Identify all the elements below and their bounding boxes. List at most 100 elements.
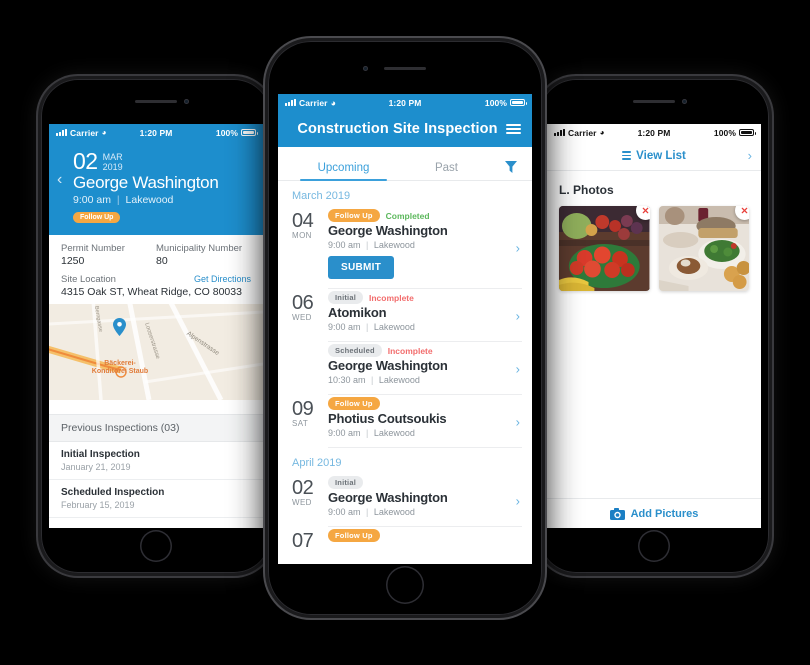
event-time: 9:00 am — [328, 240, 361, 250]
signal-bars-icon — [285, 99, 296, 106]
map-poi-label: Bäckerei- Konditorei Staub — [91, 360, 149, 375]
event-name: Photius Coutsoukis — [328, 411, 447, 426]
home-button[interactable] — [386, 566, 424, 604]
photo-grid — [547, 206, 761, 291]
delete-x-icon — [739, 206, 749, 216]
list-item[interactable]: 04 MON Follow Up Completed George Washin… — [278, 207, 532, 289]
status-badge: Follow Up — [328, 209, 380, 222]
previous-inspection-date: February 15, 2019 — [61, 500, 135, 510]
inspection-hero-header: ‹ 02 MAR 2019 George Washington 9:00 am … — [49, 141, 263, 235]
delete-x-icon — [640, 206, 650, 216]
location-map[interactable]: Bäckerei- Konditorei Staub Looserstrasse… — [49, 304, 263, 400]
site-location-label: Site Location — [61, 274, 116, 285]
completion-state: Completed — [385, 210, 430, 221]
photo-thumbnail[interactable] — [658, 206, 749, 291]
event-dow: WED — [292, 498, 312, 507]
battery-percent: 100% — [713, 127, 737, 138]
chevron-right-icon[interactable]: › — [748, 148, 752, 163]
add-pictures-button[interactable]: Add Pictures — [547, 498, 761, 528]
previous-inspection-item[interactable]: Scheduled Inspection February 15, 2019 — [49, 480, 263, 518]
chevron-right-icon[interactable]: › — [516, 308, 520, 323]
left-phone-frame: Carrier ◕ 1:20 PM 100% ‹ 02 MAR 2019 Geo… — [38, 76, 274, 576]
event-dow: SAT — [292, 419, 309, 428]
list-item[interactable]: 02 WED Initial George Washington 9:00 am… — [278, 474, 532, 527]
municipality-number-field: Municipality Number 80 — [156, 243, 251, 267]
home-button[interactable] — [140, 530, 172, 562]
front-camera-icon — [184, 99, 189, 104]
back-chevron-icon[interactable]: ‹ — [57, 171, 62, 189]
hero-year: 2019 — [102, 162, 123, 172]
event-date: 04 MON — [292, 209, 328, 289]
list-item[interactable]: 06 WED Initial Incomplete Atomikon 9:00 … — [278, 289, 532, 342]
status-badge: Initial — [328, 291, 363, 304]
speaker-grille — [384, 67, 426, 70]
tab-upcoming[interactable]: Upcoming — [292, 162, 395, 181]
municipality-number-value: 80 — [156, 255, 168, 267]
status-time: 1:20 PM — [139, 127, 173, 138]
month-heading: April 2019 — [292, 457, 342, 469]
chevron-right-icon[interactable]: › — [516, 241, 520, 256]
event-day: 04 — [292, 210, 314, 232]
event-time: 10:30 am — [328, 375, 366, 385]
previous-inspection-title: Scheduled Inspection — [61, 487, 165, 498]
event-body: Follow Up — [328, 529, 522, 552]
hero-day: 02 — [73, 148, 98, 174]
app-title: Construction Site Inspection — [297, 121, 498, 137]
speaker-grille — [633, 100, 675, 103]
battery-icon — [510, 98, 528, 107]
event-body: Follow Up Photius Coutsoukis 9:00 am | L… — [328, 397, 522, 448]
view-list-navbar[interactable]: View List › — [547, 141, 761, 171]
permit-number-label: Permit Number — [61, 243, 125, 254]
hero-status-badge: Follow Up — [73, 212, 121, 223]
center-phone-screen: Carrier ◕ 1:20 PM 100% Construction Site… — [278, 94, 532, 564]
event-name: Atomikon — [328, 305, 387, 320]
event-dow: WED — [292, 313, 312, 322]
event-body: Initial Incomplete Atomikon 9:00 am | La… — [328, 291, 522, 342]
app-navbar: Construction Site Inspection — [278, 111, 532, 147]
event-date: 07 — [292, 529, 328, 552]
hero-inspector-name: George Washington — [73, 173, 219, 192]
left-phone-screen: Carrier ◕ 1:20 PM 100% ‹ 02 MAR 2019 Geo… — [49, 124, 263, 528]
completion-state: Incomplete — [387, 345, 433, 356]
list-item-clipped[interactable]: 07 Follow Up — [278, 527, 532, 552]
hero-meta: 9:00 am | Lakewood — [73, 194, 251, 206]
hero-month: MAR — [102, 152, 123, 162]
event-location: Lakewood — [373, 240, 415, 250]
photo-thumbnail[interactable] — [559, 206, 650, 291]
event-date: 02 WED — [292, 476, 328, 527]
chevron-right-icon[interactable]: › — [516, 361, 520, 376]
event-time: 9:00 am — [328, 507, 361, 517]
event-day: 02 — [292, 477, 314, 499]
add-pictures-label: Add Pictures — [630, 507, 699, 520]
submit-button[interactable]: SUBMIT — [328, 256, 395, 279]
battery-icon — [739, 128, 757, 137]
hamburger-menu-icon[interactable] — [506, 123, 521, 135]
photos-section-title: L. Photos — [559, 183, 614, 197]
chevron-right-icon[interactable]: › — [516, 414, 520, 429]
previous-inspection-date: January 21, 2019 — [61, 462, 131, 472]
tab-past[interactable]: Past — [395, 162, 498, 180]
funnel-filter-icon[interactable] — [498, 161, 524, 180]
event-date: 06 WED — [292, 291, 328, 342]
battery-percent: 100% — [484, 97, 508, 108]
previous-inspection-item[interactable]: Initial Inspection January 21, 2019 — [49, 442, 263, 480]
status-badge: Scheduled — [328, 344, 382, 357]
front-camera-icon — [682, 99, 687, 104]
event-location: Lakewood — [373, 507, 415, 517]
event-time: 9:00 am — [328, 322, 361, 332]
front-camera-icon — [363, 66, 368, 71]
month-heading: March 2019 — [292, 190, 351, 202]
right-phone-frame: Carrier ◕ 1:20 PM 100% View List › L. Ph… — [536, 76, 772, 576]
home-button[interactable] — [638, 530, 670, 562]
event-day: 07 — [292, 530, 314, 552]
status-badge: Follow Up — [328, 397, 380, 410]
wifi-icon: ◕ — [101, 128, 107, 137]
status-bar: Carrier ◕ 1:20 PM 100% — [49, 124, 263, 141]
inspection-list[interactable]: March 2019 04 MON Follow Up Completed Ge… — [278, 181, 532, 564]
get-directions-link[interactable]: Get Directions — [194, 274, 251, 284]
camera-icon — [609, 507, 625, 520]
list-item[interactable]: 09 SAT Follow Up Photius Coutsoukis 9:00… — [278, 395, 532, 448]
battery-percent: 100% — [215, 127, 239, 138]
chevron-right-icon[interactable]: › — [516, 493, 520, 508]
list-item[interactable]: 06 WED Scheduled Incomplete George Washi… — [278, 342, 532, 395]
